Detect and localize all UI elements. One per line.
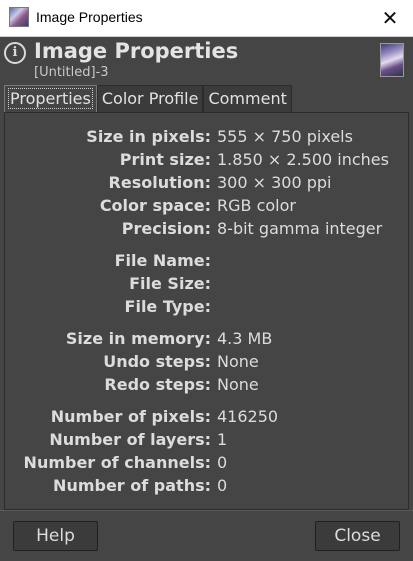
window-title: Image Properties — [36, 9, 143, 25]
property-row: Size in memory: 4.3 MB — [5, 329, 410, 351]
property-value: None — [217, 375, 259, 394]
property-label: Print size: — [119, 150, 211, 169]
property-row: Number of channels: 0 — [5, 453, 410, 475]
property-row: Precision: 8-bit gamma integer — [5, 219, 410, 241]
property-row: Resolution: 300 × 300 ppi — [5, 173, 410, 195]
close-button[interactable]: Close — [315, 521, 400, 551]
property-value: 1.850 × 2.500 inches — [217, 150, 389, 169]
property-value: 8-bit gamma integer — [217, 219, 383, 238]
property-value: RGB color — [217, 196, 296, 215]
footer-divider — [0, 510, 413, 511]
property-label: File Name: — [114, 251, 211, 270]
window-title-bar: Image Properties ✕ — [0, 0, 413, 37]
property-row: File Size: — [5, 274, 410, 296]
property-label: Precision: — [121, 219, 211, 238]
property-label: File Size: — [129, 274, 211, 293]
tab-comment[interactable]: Comment — [203, 85, 292, 112]
property-value: None — [217, 352, 259, 371]
property-row: Number of pixels: 416250 — [5, 407, 410, 429]
property-label: Color space: — [99, 196, 211, 215]
property-label: Resolution: — [108, 173, 211, 192]
property-label: Redo steps: — [104, 375, 211, 394]
window-close-icon[interactable]: ✕ — [367, 0, 413, 36]
property-value: 0 — [217, 453, 228, 472]
property-row: Redo steps: None — [5, 375, 410, 397]
dialog-footer: Help Close — [0, 510, 413, 561]
image-thumbnail — [380, 43, 404, 77]
tab-bar: Properties Color Profile Comment — [4, 85, 292, 113]
app-icon — [9, 7, 29, 27]
property-row: Number of layers: 1 — [5, 430, 410, 452]
help-button[interactable]: Help — [13, 521, 98, 551]
dialog-header: i Image Properties [Untitled]-3 — [0, 37, 413, 83]
property-label: Number of layers: — [49, 430, 211, 449]
property-label: Undo steps: — [103, 352, 211, 371]
property-row: Color space: RGB color — [5, 196, 410, 218]
tab-color-profile[interactable]: Color Profile — [96, 85, 204, 112]
property-value: 416250 — [217, 407, 279, 426]
properties-panel: Size in pixels: 555 × 750 pixels Print s… — [4, 112, 409, 510]
property-label: File Type: — [124, 297, 211, 316]
tab-properties[interactable]: Properties — [4, 85, 97, 112]
property-row: Size in pixels: 555 × 750 pixels — [5, 127, 410, 149]
info-icon: i — [4, 42, 26, 64]
image-name: [Untitled]-3 — [34, 65, 109, 80]
property-row: Print size: 1.850 × 2.500 inches — [5, 150, 410, 172]
property-label: Size in memory: — [65, 329, 211, 348]
property-value: 555 × 750 pixels — [217, 127, 353, 146]
property-label: Number of paths: — [53, 476, 211, 495]
property-row: File Type: — [5, 297, 410, 319]
property-value: 0 — [217, 476, 228, 495]
property-label: Number of pixels: — [50, 407, 211, 426]
property-row: Undo steps: None — [5, 352, 410, 374]
property-value: 4.3 MB — [217, 329, 273, 348]
property-label: Number of channels: — [23, 453, 211, 472]
property-value: 300 × 300 ppi — [217, 173, 332, 192]
property-value: 1 — [217, 430, 228, 449]
dialog-title: Image Properties — [34, 39, 239, 63]
property-label: Size in pixels: — [86, 127, 211, 146]
property-row: Number of paths: 0 — [5, 476, 410, 498]
property-row: File Name: — [5, 251, 410, 273]
